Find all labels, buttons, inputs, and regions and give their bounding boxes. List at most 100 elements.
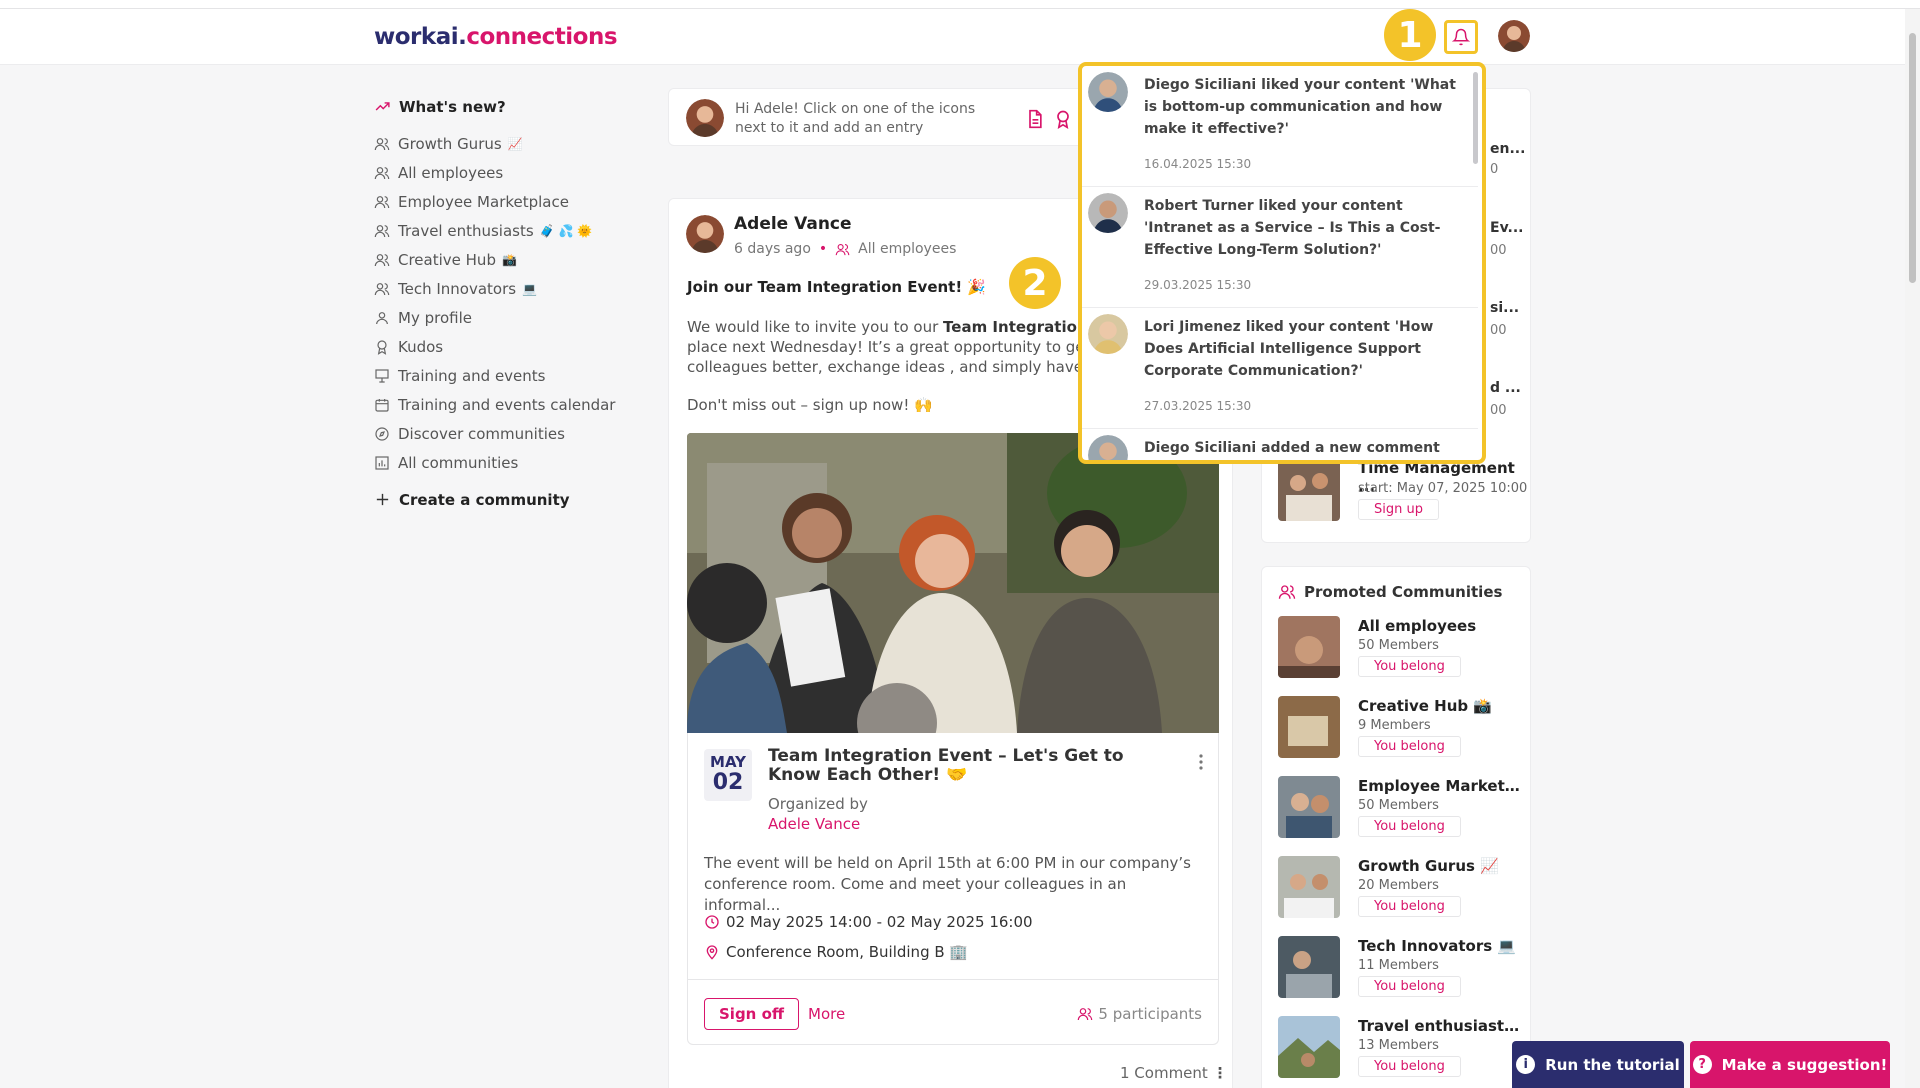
nav-item-label: All communities <box>398 453 519 472</box>
training-item[interactable]: Time Management ... start: May 07, 2025 … <box>1278 459 1528 523</box>
nav-item-training-events[interactable]: Training and events <box>374 361 634 390</box>
post-cta: Don't miss out – sign up now! 🙌 <box>687 396 933 414</box>
top-header: workai.connections <box>0 9 1905 65</box>
award-icon <box>377 339 387 355</box>
nav-item-all-communities[interactable]: All communities <box>374 448 634 477</box>
participants-count: 5 participants <box>1098 1005 1202 1023</box>
community-thumbnail <box>1278 776 1340 838</box>
notifications-dropdown: Diego Siciliani liked your content 'What… <box>1078 62 1486 464</box>
organized-by-label: Organized by <box>768 795 868 813</box>
nav-item-tech-innovators[interactable]: Tech Innovators 💻 <box>374 274 634 303</box>
nav-item-creative-hub[interactable]: Creative Hub 📸 <box>374 245 634 274</box>
participants-link[interactable]: 5 participants <box>1077 1005 1202 1023</box>
event-title[interactable]: Team Integration Event – Let's Get to Kn… <box>768 747 1168 785</box>
make-suggestion-label: Make a suggestion! <box>1721 1055 1888 1074</box>
notification-item[interactable]: Robert Turner liked your content 'Intran… <box>1082 187 1478 308</box>
sign-up-button[interactable]: Sign up <box>1358 499 1439 520</box>
notification-text: Diego Siciliani liked your content 'What… <box>1144 77 1456 137</box>
comment-menu-icon[interactable]: ⋮ <box>1213 1064 1228 1082</box>
training-start: start: May 07, 2025 10:00 <box>1358 481 1528 496</box>
community-item-creative-hub[interactable]: Creative Hub 📸 9 Members You belong <box>1278 696 1528 760</box>
composer-avatar <box>686 99 724 137</box>
organizer-link[interactable]: Adele Vance <box>768 815 860 833</box>
create-community-label: Create a community <box>399 490 570 509</box>
meta-dot: • <box>818 241 828 257</box>
question-icon: ? <box>1692 1055 1712 1074</box>
community-members: 20 Members <box>1358 878 1439 893</box>
post-title: Join our Team Integration Event! 🎉 <box>687 278 987 296</box>
notification-avatar <box>1088 72 1128 112</box>
people-icon <box>374 137 390 150</box>
calendar-icon <box>375 398 389 412</box>
post-author-name[interactable]: Adele Vance <box>734 214 852 234</box>
community-status[interactable]: You belong <box>1358 656 1461 677</box>
post-body-line2: place next Wednesday! It’s a great oppor… <box>687 338 1087 356</box>
peek-title-3: si... <box>1490 300 1520 316</box>
notifications-button[interactable] <box>1444 20 1478 54</box>
event-photo[interactable] <box>687 433 1219 733</box>
logo-part-1: workai. <box>374 24 467 50</box>
make-suggestion-button[interactable]: ? Make a suggestion! <box>1690 1041 1890 1088</box>
window-top-strip <box>0 0 1920 9</box>
nav-item-employee-marketplace[interactable]: Employee Marketplace <box>374 187 634 216</box>
sign-off-button[interactable]: Sign off <box>704 998 800 1030</box>
community-item-tech-innovators[interactable]: Tech Innovators 💻 11 Members You belong <box>1278 936 1528 1000</box>
post-audience[interactable]: All employees <box>858 241 956 257</box>
community-item-travel-enthusiasts[interactable]: Travel enthusiasts ... 13 Members You be… <box>1278 1016 1528 1080</box>
community-status[interactable]: You belong <box>1358 896 1461 917</box>
people-icon <box>1278 585 1296 599</box>
create-community-link[interactable]: Create a community <box>374 485 634 514</box>
nav-item-training-calendar[interactable]: Training and events calendar <box>374 390 634 419</box>
community-status[interactable]: You belong <box>1358 976 1461 997</box>
kebab-menu-icon[interactable] <box>1198 753 1204 771</box>
run-tutorial-button[interactable]: i Run the tutorial <box>1512 1041 1684 1088</box>
community-name: Creative Hub 📸 <box>1358 697 1493 715</box>
nav-item-label: Employee Marketplace <box>398 192 569 211</box>
community-status[interactable]: You belong <box>1358 1056 1461 1077</box>
comment-count[interactable]: 1 Comment ⋮ <box>1120 1064 1228 1082</box>
logo-part-2: connections <box>466 24 618 50</box>
nav-item-emoji: 📸 <box>501 252 517 267</box>
notification-item[interactable]: Diego Siciliani liked your content 'What… <box>1082 66 1478 187</box>
kudos-icon[interactable] <box>1053 108 1073 130</box>
community-status[interactable]: You belong <box>1358 816 1461 837</box>
community-item-growth-gurus[interactable]: Growth Gurus 📈 20 Members You belong <box>1278 856 1528 920</box>
event-datetime-text: 02 May 2025 14:00 - 02 May 2025 16:00 <box>726 913 1033 931</box>
community-thumbnail <box>1278 696 1340 758</box>
nav-item-discover-communities[interactable]: Discover communities <box>374 419 634 448</box>
page-scrollbar[interactable] <box>1905 9 1920 1088</box>
nav-whats-new[interactable]: What's new? <box>374 92 634 121</box>
nav-whats-new-label: What's new? <box>399 97 506 116</box>
notification-item[interactable]: Diego Siciliani added a new comment on <box>1082 429 1478 460</box>
user-avatar[interactable] <box>1498 20 1530 52</box>
training-thumbnail <box>1278 459 1340 521</box>
community-item-all-employees[interactable]: All employees 50 Members You belong <box>1278 616 1528 680</box>
peek-sub-1: 0 <box>1490 162 1499 177</box>
bell-icon <box>1452 28 1470 46</box>
more-button[interactable]: More <box>808 1005 845 1023</box>
peek-sub-2: 00 <box>1490 243 1507 258</box>
nav-item-my-profile[interactable]: My profile <box>374 303 634 332</box>
app-logo[interactable]: workai.connections <box>374 24 618 50</box>
nav-item-kudos[interactable]: Kudos <box>374 332 634 361</box>
post-author-avatar[interactable] <box>686 215 724 253</box>
nav-item-growth-gurus[interactable]: Growth Gurus 📈 <box>374 129 634 158</box>
page-scroll-thumb[interactable] <box>1909 33 1916 283</box>
community-item-employee-marketplace[interactable]: Employee Marketpla... 50 Members You bel… <box>1278 776 1528 840</box>
community-status[interactable]: You belong <box>1358 736 1461 757</box>
notification-item[interactable]: Lori Jimenez liked your content 'How Doe… <box>1082 308 1478 429</box>
post-composer[interactable]: Hi Adele! Click on one of the icons next… <box>668 88 1088 146</box>
post-body-line1: We would like to invite you to our <box>687 318 944 336</box>
notification-date: 27.03.2025 15:30 <box>1144 399 1252 413</box>
community-thumbnail <box>1278 616 1340 678</box>
nav-item-travel-enthusiasts[interactable]: Travel enthusiasts 🧳 💦 🌞 <box>374 216 634 245</box>
notifications-scrollbar[interactable] <box>1473 72 1478 164</box>
promoted-communities-card: Promoted Communities All employees 50 Me… <box>1261 566 1531 1088</box>
location-pin-icon <box>706 945 718 960</box>
nav-item-label: My profile <box>398 308 472 327</box>
nav-item-all-employees[interactable]: All employees <box>374 158 634 187</box>
post-body: We would like to invite you to our Team … <box>687 317 1087 377</box>
community-members: 50 Members <box>1358 638 1439 653</box>
event-datetime: 02 May 2025 14:00 - 02 May 2025 16:00 <box>704 913 1033 931</box>
document-icon[interactable] <box>1025 108 1045 130</box>
